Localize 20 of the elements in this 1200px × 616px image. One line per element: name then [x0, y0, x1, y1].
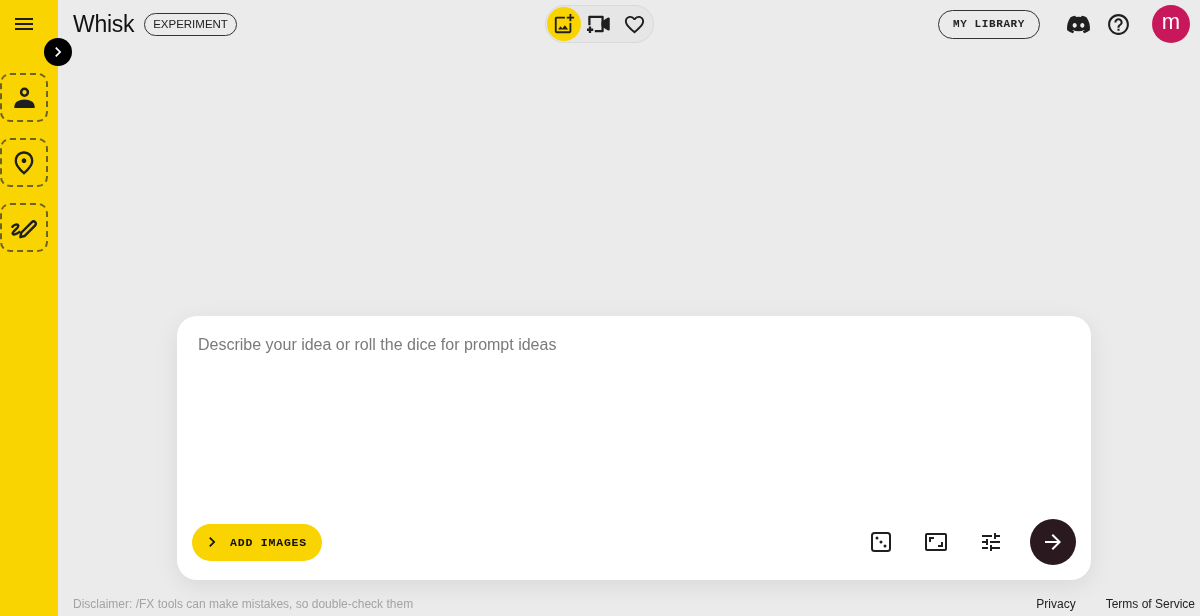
- add-images-button[interactable]: ADD IMAGES: [192, 523, 322, 561]
- footer-link[interactable]: Terms of Service: [1105, 597, 1195, 611]
- image-mode-tab[interactable]: [547, 7, 581, 41]
- avatar[interactable]: m: [1152, 5, 1190, 43]
- sliders-icon: [979, 530, 1003, 554]
- scene-slot[interactable]: [0, 138, 48, 187]
- image-plus-icon: [553, 13, 575, 35]
- subject-slot[interactable]: [0, 73, 48, 122]
- dice-icon: [871, 532, 891, 552]
- footer-link[interactable]: Privacy: [1036, 597, 1076, 611]
- style-slot[interactable]: [0, 203, 48, 252]
- prompt-input[interactable]: Describe your idea or roll the dice for prompt ideas: [198, 334, 1076, 519]
- help-icon: [1105, 11, 1131, 37]
- send-button[interactable]: [1030, 519, 1076, 565]
- aspect-ratio-icon: [924, 530, 948, 554]
- prompt-box[interactable]: Describe your idea or roll the dice for prompt ideas ADD IMAGES: [177, 316, 1091, 580]
- person-icon: [13, 87, 35, 108]
- expand-button[interactable]: [44, 38, 72, 66]
- app-title: Whisk: [73, 10, 135, 38]
- disclaimer-text: Disclaimer: /FX tools can make mistakes, so double-check them: [73, 597, 415, 611]
